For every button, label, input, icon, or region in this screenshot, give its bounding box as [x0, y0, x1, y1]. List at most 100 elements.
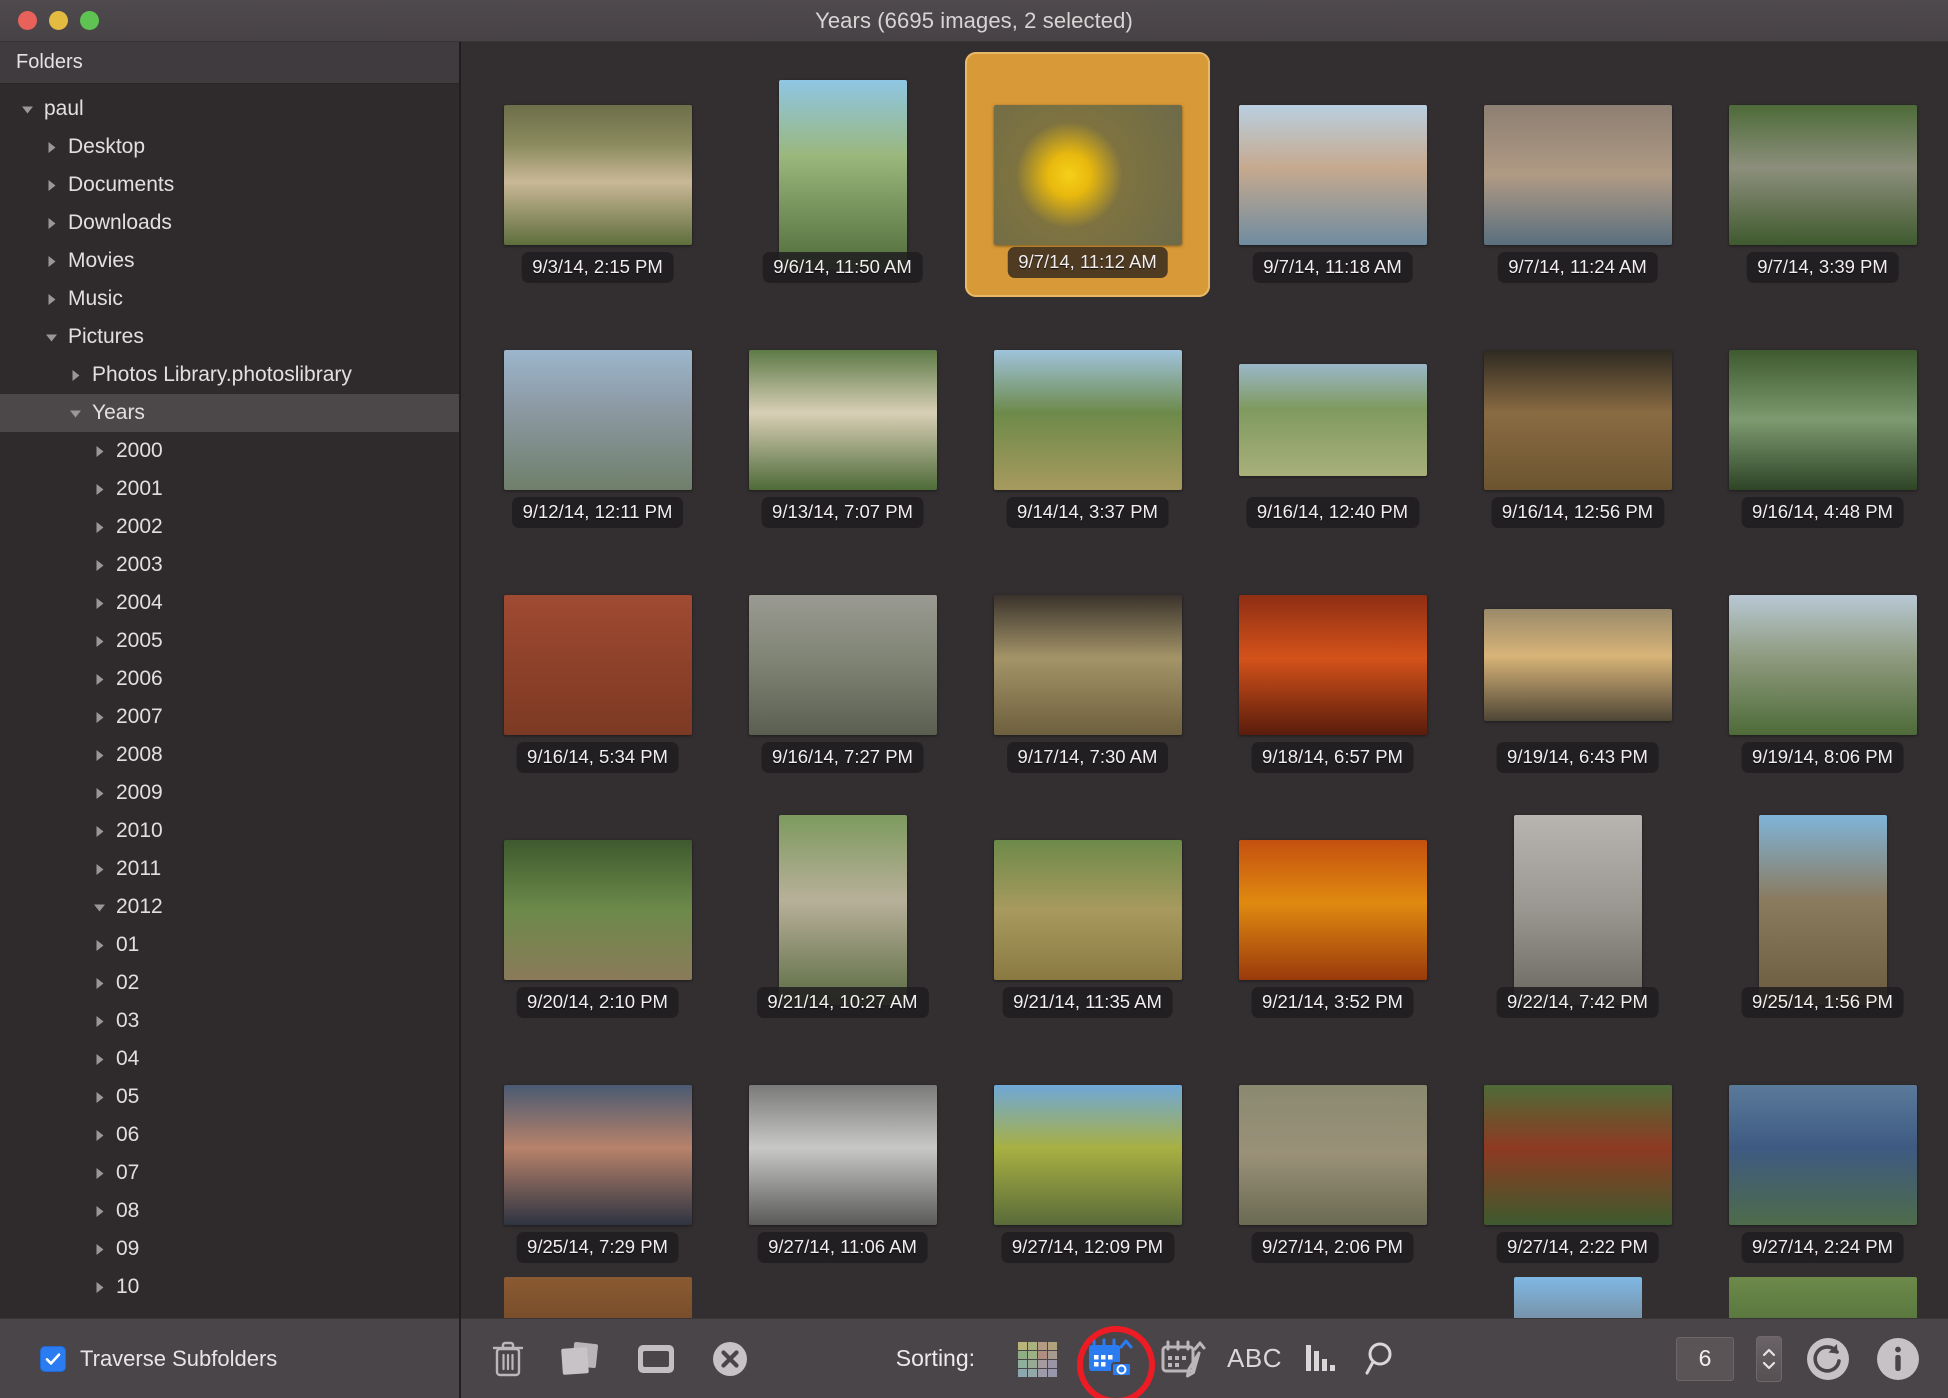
- disclosure-toggle[interactable]: [38, 140, 64, 155]
- disclosure-triangle-right-icon[interactable]: [92, 1280, 107, 1295]
- disclosure-triangle-right-icon[interactable]: [44, 292, 59, 307]
- folder-tree-item-2008[interactable]: 2008: [0, 736, 459, 774]
- disclosure-toggle[interactable]: [86, 1014, 112, 1029]
- thumbnail-cell[interactable]: 9/16/14, 7:27 PM: [720, 542, 965, 787]
- disclosure-triangle-right-icon[interactable]: [92, 482, 107, 497]
- disclosure-toggle[interactable]: [86, 1204, 112, 1219]
- disclosure-toggle[interactable]: [86, 1128, 112, 1143]
- thumbnail-cell[interactable]: 9/3/14, 2:15 PM: [475, 52, 720, 297]
- folder-tree-item-2005[interactable]: 2005: [0, 622, 459, 660]
- thumbnail-cell[interactable]: 9/27/14, 2:06 PM: [1210, 1032, 1455, 1277]
- thumbnail-cell[interactable]: 9/16/14, 12:56 PM: [1455, 297, 1700, 542]
- disclosure-toggle[interactable]: [86, 900, 112, 915]
- disclosure-toggle[interactable]: [62, 368, 88, 383]
- disclosure-toggle[interactable]: [86, 520, 112, 535]
- disclosure-triangle-right-icon[interactable]: [92, 1204, 107, 1219]
- disclosure-triangle-right-icon[interactable]: [44, 216, 59, 231]
- disclosure-toggle[interactable]: [86, 824, 112, 839]
- thumbnail-cell[interactable]: 9/25/14, 1:56 PM: [1700, 787, 1945, 1032]
- folder-tree-item-years[interactable]: Years: [0, 394, 459, 432]
- disclosure-toggle[interactable]: [86, 1090, 112, 1105]
- folder-tree-item-01[interactable]: 01: [0, 926, 459, 964]
- disclosure-triangle-down-icon[interactable]: [20, 102, 35, 117]
- info-button[interactable]: [1874, 1335, 1922, 1383]
- folder-tree-item-paul[interactable]: paul: [0, 90, 459, 128]
- thumbnail-cell[interactable]: 9/18/14, 6:57 PM: [1210, 542, 1455, 787]
- window-view-button[interactable]: [635, 1340, 677, 1378]
- folder-tree-item-2011[interactable]: 2011: [0, 850, 459, 888]
- minimize-window-button[interactable]: [49, 11, 68, 30]
- folder-tree-item-downloads[interactable]: Downloads: [0, 204, 459, 242]
- folder-tree-item-movies[interactable]: Movies: [0, 242, 459, 280]
- folder-tree-item-desktop[interactable]: Desktop: [0, 128, 459, 166]
- thumbnail-cell[interactable]: 9/20/14, 2:10 PM: [475, 787, 720, 1032]
- thumbnail-cell[interactable]: 9/16/14, 12:40 PM: [1210, 297, 1455, 542]
- folder-tree-item-2006[interactable]: 2006: [0, 660, 459, 698]
- folder-tree-item-music[interactable]: Music: [0, 280, 459, 318]
- folder-tree-item-2000[interactable]: 2000: [0, 432, 459, 470]
- thumbnail-cell[interactable]: 9/7/14, 11:18 AM: [1210, 52, 1455, 297]
- disclosure-triangle-right-icon[interactable]: [92, 596, 107, 611]
- thumbnail-cell[interactable]: 9/27/14, 12:09 PM: [965, 1032, 1210, 1277]
- folder-tree-item-2009[interactable]: 2009: [0, 774, 459, 812]
- thumbnail-cell[interactable]: 9/6/14, 11:50 AM: [720, 52, 965, 297]
- thumbnail-cell[interactable]: 9/17/14, 7:30 AM: [965, 542, 1210, 787]
- thumbnail-cell[interactable]: 9/21/14, 10:27 AM: [720, 787, 965, 1032]
- thumbnail-cell-partial[interactable]: [475, 1277, 720, 1318]
- thumbnail-cell[interactable]: 9/21/14, 11:35 AM: [965, 787, 1210, 1032]
- folder-tree-item-photos-library-photoslibrary[interactable]: Photos Library.photoslibrary: [0, 356, 459, 394]
- folder-tree-item-10[interactable]: 10: [0, 1268, 459, 1306]
- disclosure-triangle-right-icon[interactable]: [92, 862, 107, 877]
- folder-tree-item-2012[interactable]: 2012: [0, 888, 459, 926]
- folder-tree-item-06[interactable]: 06: [0, 1116, 459, 1154]
- disclosure-triangle-right-icon[interactable]: [68, 368, 83, 383]
- disclosure-triangle-down-icon[interactable]: [68, 406, 83, 421]
- thumbnail-cell[interactable]: 9/16/14, 5:34 PM: [475, 542, 720, 787]
- disclosure-toggle[interactable]: [86, 1280, 112, 1295]
- folder-tree-item-08[interactable]: 08: [0, 1192, 459, 1230]
- thumbnail-cell[interactable]: 9/12/14, 12:11 PM: [475, 297, 720, 542]
- thumbnail-cell[interactable]: 9/14/14, 3:37 PM: [965, 297, 1210, 542]
- folder-tree-item-2002[interactable]: 2002: [0, 508, 459, 546]
- disclosure-toggle[interactable]: [86, 938, 112, 953]
- disclosure-toggle[interactable]: [62, 406, 88, 421]
- thumbnail-cell-partial[interactable]: [720, 1277, 965, 1318]
- disclosure-toggle[interactable]: [86, 748, 112, 763]
- disclosure-triangle-right-icon[interactable]: [92, 444, 107, 459]
- disclosure-triangle-right-icon[interactable]: [92, 748, 107, 763]
- disclosure-toggle[interactable]: [86, 558, 112, 573]
- sort-by-capture-date-button[interactable]: [1077, 1325, 1156, 1398]
- thumbnail-cell[interactable]: 9/27/14, 2:24 PM: [1700, 1032, 1945, 1277]
- thumbnail-cell-partial[interactable]: [1210, 1277, 1455, 1318]
- disclosure-triangle-right-icon[interactable]: [92, 634, 107, 649]
- thumbnail-cell[interactable]: 9/19/14, 6:43 PM: [1455, 542, 1700, 787]
- traverse-subfolders-checkbox[interactable]: [40, 1345, 66, 1372]
- folder-tree-item-pictures[interactable]: Pictures: [0, 318, 459, 356]
- disclosure-triangle-right-icon[interactable]: [44, 254, 59, 269]
- disclosure-toggle[interactable]: [86, 1242, 112, 1257]
- disclosure-toggle[interactable]: [86, 976, 112, 991]
- thumbnail-grid[interactable]: 9/3/14, 2:15 PM 9/6/14, 11:50 AM 9/7/14, 1…: [475, 52, 1948, 1318]
- disclosure-toggle[interactable]: [86, 482, 112, 497]
- thumbnail-cell[interactable]: 9/25/14, 7:29 PM: [475, 1032, 720, 1277]
- refresh-button[interactable]: [1804, 1335, 1852, 1383]
- thumbnail-cell[interactable]: 9/16/14, 4:48 PM: [1700, 297, 1945, 542]
- disclosure-toggle[interactable]: [38, 330, 64, 345]
- disclosure-triangle-right-icon[interactable]: [92, 710, 107, 725]
- folder-tree-item-2007[interactable]: 2007: [0, 698, 459, 736]
- disclosure-toggle[interactable]: [86, 862, 112, 877]
- close-remove-button[interactable]: [711, 1340, 749, 1378]
- folder-tree-item-09[interactable]: 09: [0, 1230, 459, 1268]
- folder-tree-item-2004[interactable]: 2004: [0, 584, 459, 622]
- thumbnail-cell-selected[interactable]: 9/7/14, 11:12 AM: [965, 52, 1210, 297]
- disclosure-triangle-right-icon[interactable]: [92, 1090, 107, 1105]
- search-button[interactable]: [1360, 1337, 1402, 1381]
- thumbnail-cell[interactable]: 9/22/14, 7:42 PM: [1455, 787, 1700, 1032]
- folder-tree-item-05[interactable]: 05: [0, 1078, 459, 1116]
- disclosure-toggle[interactable]: [86, 634, 112, 649]
- disclosure-toggle[interactable]: [86, 710, 112, 725]
- disclosure-triangle-right-icon[interactable]: [92, 1014, 107, 1029]
- disclosure-toggle[interactable]: [38, 178, 64, 193]
- disclosure-triangle-right-icon[interactable]: [92, 938, 107, 953]
- thumbnail-cell[interactable]: 9/27/14, 2:22 PM: [1455, 1032, 1700, 1277]
